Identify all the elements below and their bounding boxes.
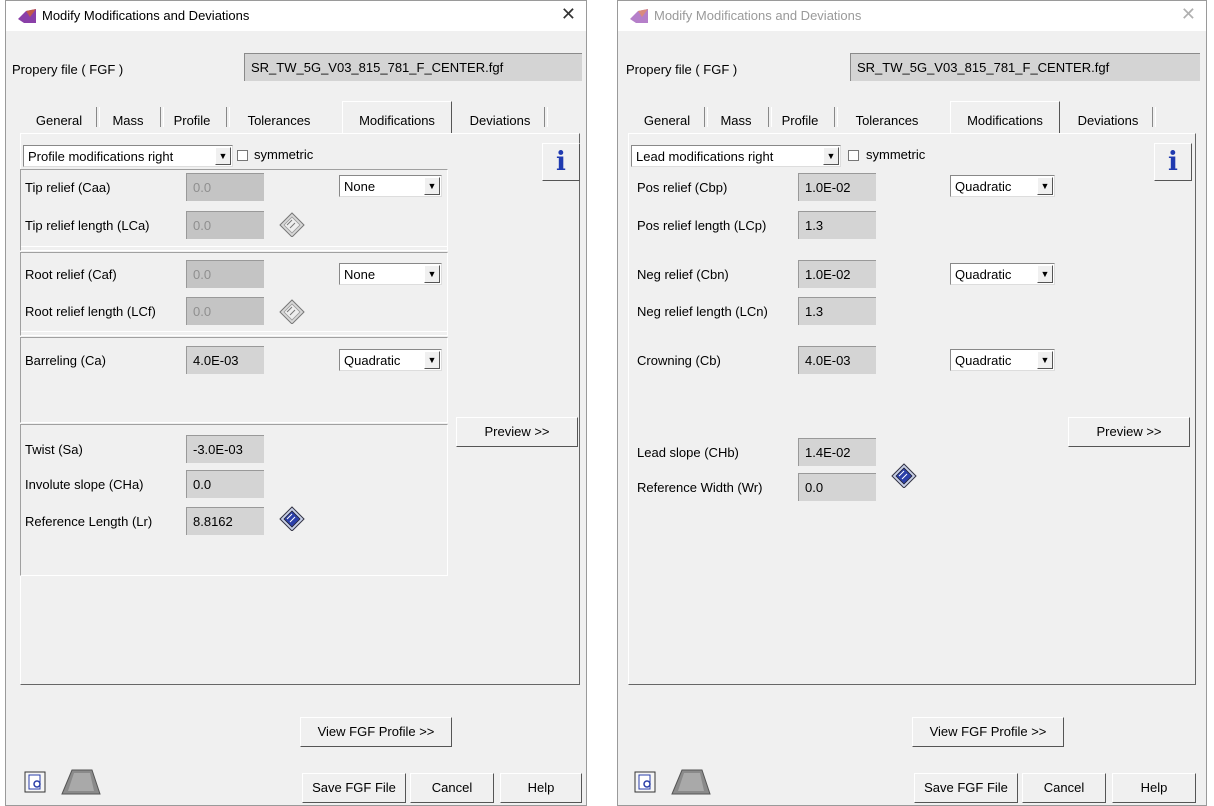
symmetric-checkbox[interactable] [848, 150, 859, 161]
tab-tolerances[interactable]: Tolerances [232, 105, 326, 133]
tab-separator [834, 107, 838, 127]
property-file-field: SR_TW_5G_V03_815_781_F_CENTER.fgf [244, 53, 582, 81]
property-file-label: Propery file ( FGF ) [12, 62, 124, 77]
crowning-group [20, 337, 448, 423]
tab-panel [628, 133, 1196, 685]
modification-type-select[interactable]: Profile modifications right ▼ [23, 145, 233, 167]
document-icon[interactable] [24, 771, 46, 793]
neg-relief-type-select[interactable]: Quadratic ▼ [950, 263, 1055, 285]
gear-blank-icon[interactable] [60, 767, 102, 795]
gear-blank-icon[interactable] [670, 767, 712, 795]
crowning-type-value: Quadratic [955, 353, 1012, 368]
neg-relief-length-field[interactable]: 1.3 [798, 297, 876, 325]
tab-deviations[interactable]: Deviations [458, 105, 542, 133]
tab-general[interactable]: General [632, 105, 702, 133]
symmetric-checkbox[interactable] [237, 150, 248, 161]
calculator-icon[interactable] [888, 460, 918, 488]
tab-separator [1152, 107, 1156, 127]
lead-slope-group [20, 424, 448, 576]
info-icon[interactable]: i [542, 143, 580, 181]
tab-profile[interactable]: Profile [772, 105, 828, 133]
tab-tolerances[interactable]: Tolerances [840, 105, 934, 133]
modification-type-value: Profile modifications right [28, 149, 174, 164]
save-fgf-file-button[interactable]: Save FGF File [914, 773, 1018, 803]
preview-button[interactable]: Preview >> [1068, 417, 1190, 447]
tab-modifications[interactable]: Modifications [950, 101, 1060, 133]
pos-relief-group [20, 169, 448, 251]
help-button[interactable]: Help [1112, 773, 1196, 803]
lead-slope-field[interactable]: 1.4E-02 [798, 438, 876, 466]
crowning-field[interactable]: 4.0E-03 [798, 346, 876, 374]
title-bar: Modify Modifications and Deviations ✕ [6, 1, 586, 31]
window-title: Modify Modifications and Deviations [42, 8, 250, 23]
modification-type-value: Lead modifications right [636, 149, 774, 164]
property-file-label: Propery file ( FGF ) [626, 62, 738, 77]
info-icon[interactable]: i [1154, 143, 1192, 181]
save-fgf-file-button[interactable]: Save FGF File [302, 773, 406, 803]
neg-relief-length-label: Neg relief length (LCn) [637, 304, 768, 319]
crowning-type-select[interactable]: Quadratic ▼ [950, 349, 1055, 371]
neg-relief-field[interactable]: 1.0E-02 [798, 260, 876, 288]
title-bar: Modify Modifications and Deviations ✕ [618, 1, 1206, 31]
document-icon[interactable] [634, 771, 656, 793]
dropdown-arrow-icon: ▼ [823, 147, 839, 165]
symmetric-label: symmetric [866, 147, 926, 162]
crowning-label: Crowning (Cb) [637, 353, 721, 368]
view-fgf-profile-button[interactable]: View FGF Profile >> [300, 717, 452, 747]
reference-width-field[interactable]: 0.0 [798, 473, 876, 501]
property-file-field: SR_TW_5G_V03_815_781_F_CENTER.fgf [850, 53, 1200, 81]
tab-deviations[interactable]: Deviations [1066, 105, 1150, 133]
tab-separator [544, 107, 548, 127]
symmetric-label: symmetric [254, 147, 314, 162]
pos-relief-type-select[interactable]: Quadratic ▼ [950, 175, 1055, 197]
dropdown-arrow-icon: ▼ [1037, 351, 1053, 369]
modification-type-select[interactable]: Lead modifications right ▼ [631, 145, 841, 167]
pos-relief-label: Pos relief (Cbp) [637, 180, 728, 195]
dropdown-arrow-icon: ▼ [215, 147, 231, 165]
tab-general[interactable]: General [24, 105, 94, 133]
tab-profile[interactable]: Profile [164, 105, 220, 133]
lead-slope-label: Lead slope (CHb) [637, 445, 739, 460]
dropdown-arrow-icon: ▼ [1037, 177, 1053, 195]
preview-button[interactable]: Preview >> [456, 417, 578, 447]
reference-width-label: Reference Width (Wr) [637, 480, 763, 495]
pos-relief-field[interactable]: 1.0E-02 [798, 173, 876, 201]
window-title: Modify Modifications and Deviations [654, 8, 862, 23]
cancel-button[interactable]: Cancel [1022, 773, 1106, 803]
dialog-right: Modify Modifications and Deviations ✕ Pr… [617, 0, 1207, 806]
neg-relief-type-value: Quadratic [955, 267, 1012, 282]
view-fgf-profile-button[interactable]: View FGF Profile >> [912, 717, 1064, 747]
pos-relief-type-value: Quadratic [955, 179, 1012, 194]
dropdown-arrow-icon: ▼ [1037, 265, 1053, 283]
help-button[interactable]: Help [500, 773, 582, 803]
pos-relief-length-label: Pos relief length (LCp) [637, 218, 767, 233]
cancel-button[interactable]: Cancel [410, 773, 494, 803]
close-icon[interactable]: ✕ [1181, 4, 1196, 25]
tab-separator [226, 107, 230, 127]
neg-relief-label: Neg relief (Cbn) [637, 267, 729, 282]
neg-relief-group [20, 252, 448, 336]
tab-mass[interactable]: Mass [100, 105, 156, 133]
tab-mass[interactable]: Mass [708, 105, 764, 133]
close-icon[interactable]: ✕ [561, 4, 576, 25]
tab-modifications[interactable]: Modifications [342, 101, 452, 133]
app-logo-icon [18, 9, 36, 23]
app-logo-icon [630, 9, 648, 23]
pos-relief-length-field[interactable]: 1.3 [798, 211, 876, 239]
